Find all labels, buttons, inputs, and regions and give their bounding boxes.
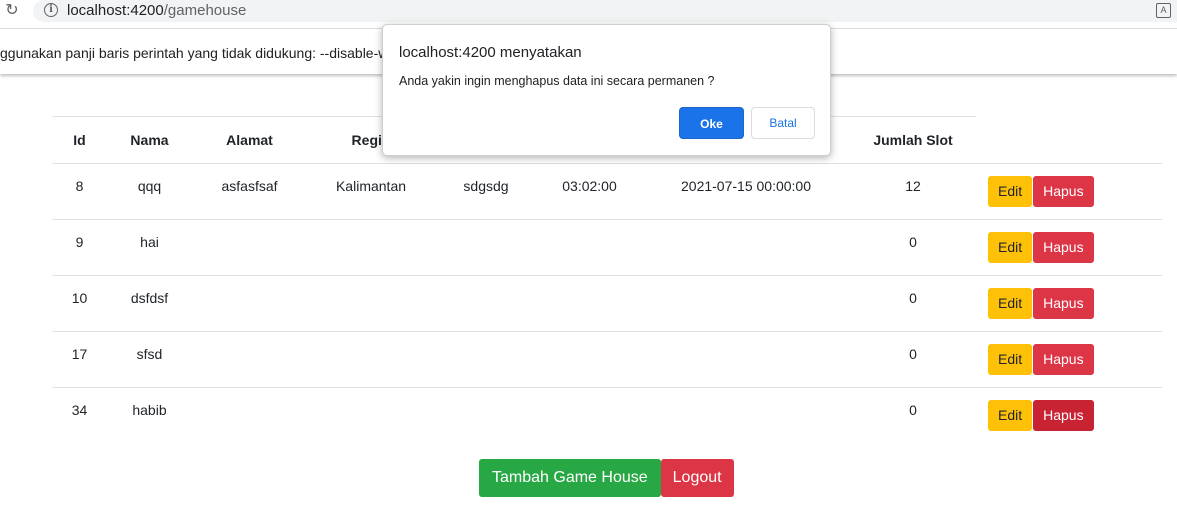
cell-jumlah-slot: 0: [909, 402, 917, 418]
table-row: 9 hai 0 Edit Hapus: [52, 219, 1162, 276]
cell-nama: sfsd: [107, 331, 192, 388]
cell-col7: [642, 275, 850, 332]
dialog-cancel-button[interactable]: Batal: [751, 107, 815, 139]
cell-region: [307, 219, 435, 276]
delete-button[interactable]: Hapus: [1033, 232, 1094, 263]
add-game-house-button[interactable]: Tambah Game House: [479, 459, 661, 497]
cell-region: Kalimantan: [307, 163, 435, 220]
logout-button[interactable]: Logout: [660, 459, 734, 497]
table-row: 34 habib 0 Edit Hapus: [52, 388, 1162, 444]
info-icon[interactable]: i: [44, 3, 58, 17]
dialog-message: Anda yakin ingin menghapus data ini seca…: [399, 74, 715, 88]
cell-col7: 2021-07-15 00:00:00: [642, 163, 850, 220]
cell-id: 10: [52, 275, 107, 332]
gamehouse-table: Id Nama Alamat Regio Jumlah Slot 8 qqq a…: [52, 116, 1162, 444]
delete-button[interactable]: Hapus: [1033, 288, 1094, 319]
cell-col6: [537, 388, 642, 444]
delete-button[interactable]: Hapus: [1033, 344, 1094, 375]
header-actions: [976, 116, 1162, 164]
cell-id: 17: [52, 331, 107, 388]
url-text[interactable]: localhost:4200/gamehouse: [67, 2, 246, 20]
cell-alamat: [192, 275, 307, 332]
header-alamat: Alamat: [192, 116, 307, 164]
header-id: Id: [52, 116, 107, 164]
cell-nama: dsfdsf: [107, 275, 192, 332]
edit-button[interactable]: Edit: [988, 176, 1033, 207]
cell-region: [307, 388, 435, 444]
table-row: 8 qqq asfasfsaf Kalimantan sdgsdg 03:02:…: [52, 163, 1162, 220]
cell-actions: Edit Hapus: [976, 275, 1162, 332]
url-path: /gamehouse: [163, 2, 247, 19]
header-nama: Nama: [107, 116, 192, 164]
cell-nama: qqq: [107, 163, 192, 220]
gamehouse-table-container: Id Nama Alamat Regio Jumlah Slot 8 qqq a…: [52, 116, 1162, 444]
cell-region: [307, 331, 435, 388]
cell-actions: Edit Hapus: [976, 163, 1162, 220]
cell-col7: [642, 219, 850, 276]
cell-col5: [435, 275, 537, 332]
dialog-title: localhost:4200 menyatakan: [399, 44, 582, 61]
table-row: 17 sfsd 0 Edit Hapus: [52, 331, 1162, 388]
browser-address-bar: ↻ i localhost:4200/gamehouse A: [0, 0, 1177, 24]
url-host: localhost:4200: [67, 2, 164, 19]
cell-jumlah-slot: 0: [850, 331, 976, 388]
reload-icon[interactable]: ↻: [3, 2, 21, 20]
translate-icon[interactable]: A: [1156, 3, 1171, 18]
cell-jumlah-slot: 0: [850, 275, 976, 332]
page-actions: Tambah Game House Logout: [479, 459, 734, 497]
cell-alamat: [192, 388, 307, 444]
cell-id: 8: [52, 163, 107, 220]
cell-col6: 03:02:00: [537, 163, 642, 220]
cell-col5: [435, 331, 537, 388]
header-jumlah-slot: Jumlah Slot: [850, 116, 976, 164]
cell-region: [307, 275, 435, 332]
delete-button[interactable]: Hapus: [1033, 400, 1094, 431]
cell-col5: [435, 219, 537, 276]
cell-col7: [642, 331, 850, 388]
cell-jumlah-slot: 0: [850, 219, 976, 276]
cell-alamat: asfasfsaf: [192, 163, 307, 220]
edit-button[interactable]: Edit: [988, 344, 1033, 375]
cell-jumlah-slot: 12: [850, 163, 976, 220]
infobar-text: ggunakan panji baris perintah yang tidak…: [0, 45, 409, 61]
cell-alamat: [192, 219, 307, 276]
edit-button[interactable]: Edit: [988, 400, 1033, 431]
cell-col5: [435, 388, 537, 444]
cell-actions: Edit Hapus: [976, 219, 1162, 276]
table-row: 10 dsfdsf 0 Edit Hapus: [52, 275, 1162, 332]
cell-actions: Edit Hapus: [976, 331, 1162, 388]
cell-nama: hai: [107, 219, 192, 276]
cell-nama: habib: [132, 402, 167, 418]
cell-actions: Edit Hapus: [976, 388, 1162, 444]
cell-col5: sdgsdg: [435, 163, 537, 220]
cell-alamat: [192, 331, 307, 388]
cell-col6: [537, 275, 642, 332]
edit-button[interactable]: Edit: [988, 232, 1033, 263]
confirm-dialog: localhost:4200 menyatakan Anda yakin ing…: [382, 24, 831, 156]
cell-col6: [537, 219, 642, 276]
dialog-ok-button[interactable]: Oke: [679, 107, 744, 139]
delete-button[interactable]: Hapus: [1033, 176, 1094, 207]
cell-col7: [642, 388, 850, 444]
cell-id: 34: [71, 402, 88, 418]
cell-col6: [537, 331, 642, 388]
edit-button[interactable]: Edit: [988, 288, 1033, 319]
cell-id: 9: [52, 219, 107, 276]
